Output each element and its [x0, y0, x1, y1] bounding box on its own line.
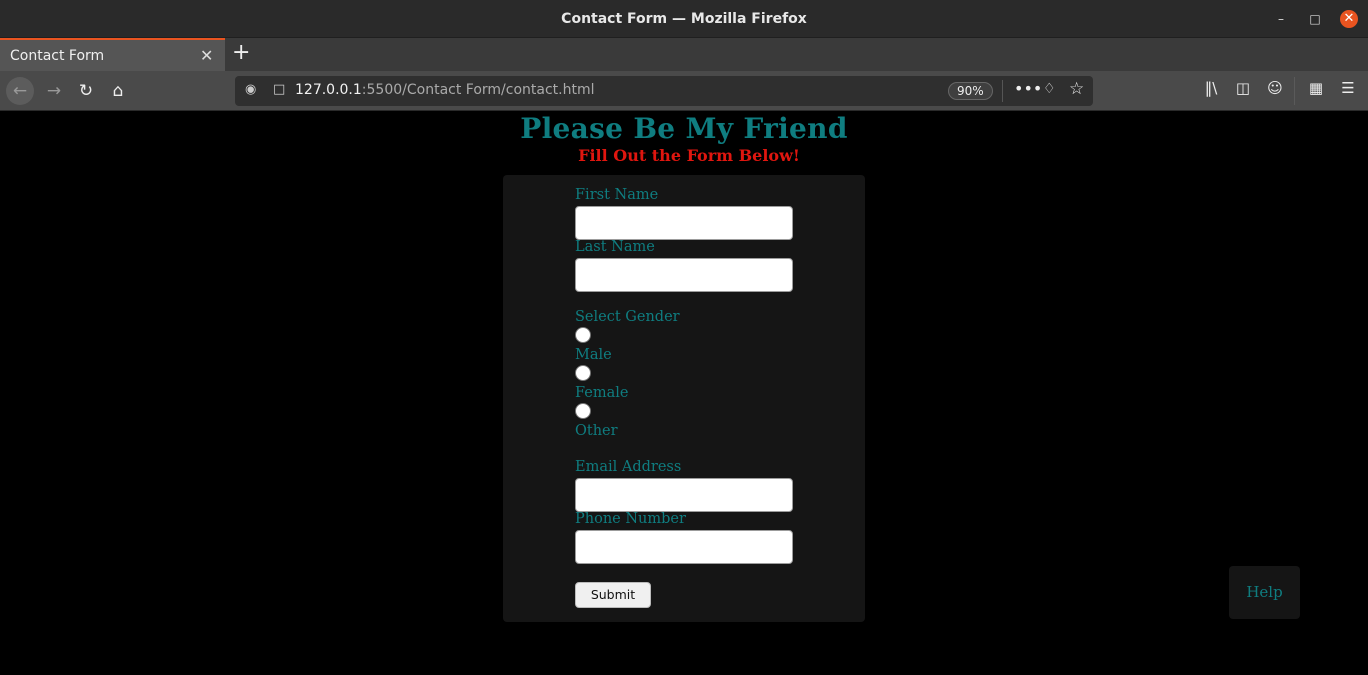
gender-option-label: Other	[575, 423, 618, 439]
page-title: Please Be My Friend	[520, 112, 848, 145]
gender-radio-male[interactable]	[575, 327, 591, 343]
window-title: Contact Form — Mozilla Firefox	[561, 11, 807, 27]
new-tab-icon[interactable]: +	[232, 42, 250, 64]
contact-form: First Name Last Name Select Gender Male …	[503, 175, 865, 622]
url-bar-divider	[1002, 80, 1003, 102]
reload-icon[interactable]: ↻	[72, 77, 100, 105]
help-button[interactable]: Help	[1229, 566, 1300, 619]
last-name-label: Last Name	[575, 239, 655, 255]
pocket-icon[interactable]: ♢	[1043, 81, 1056, 97]
email-label: Email Address	[575, 459, 682, 475]
tab-label: Contact Form	[10, 48, 105, 64]
account-icon[interactable]: ☺	[1264, 79, 1286, 97]
gender-option-label: Male	[575, 347, 612, 363]
url-host: 127.0.0.1	[295, 82, 362, 98]
close-icon[interactable]: ✕	[1340, 10, 1358, 28]
shield-icon[interactable]: ◉	[245, 82, 256, 97]
back-arrow-icon[interactable]: ←	[6, 77, 34, 105]
page-content: Please Be My Friend Fill Out the Form Be…	[0, 112, 1368, 675]
sidebar-icon[interactable]: ◫	[1232, 79, 1254, 97]
forward-arrow-icon[interactable]: →	[40, 77, 68, 105]
tab-contact-form[interactable]: Contact Form ✕	[0, 38, 225, 71]
url-text[interactable]: 127.0.0.1:5500/Contact Form/contact.html	[295, 82, 595, 98]
tab-strip: Contact Form ✕ +	[0, 38, 1368, 71]
phone-field[interactable]	[575, 530, 793, 564]
first-name-label: First Name	[575, 187, 659, 203]
tab-close-icon[interactable]: ✕	[200, 46, 213, 65]
page-icon: □	[273, 82, 286, 97]
gender-radio-female[interactable]	[575, 365, 591, 381]
minimize-icon[interactable]: –	[1272, 10, 1290, 28]
email-field[interactable]	[575, 478, 793, 512]
last-name-field[interactable]	[575, 258, 793, 292]
gender-label: Select Gender	[575, 309, 680, 325]
maximize-icon[interactable]: □	[1306, 10, 1324, 28]
url-bar[interactable]: ◉ □ 127.0.0.1:5500/Contact Form/contact.…	[235, 76, 1093, 106]
bookmark-star-icon[interactable]: ☆	[1069, 79, 1084, 99]
extensions-gift-icon[interactable]: ▦	[1305, 79, 1327, 97]
window-titlebar: Contact Form — Mozilla Firefox – □ ✕	[0, 0, 1368, 38]
library-icon[interactable]: ‖\	[1200, 79, 1222, 97]
hamburger-menu-icon[interactable]: ☰	[1337, 79, 1359, 97]
toolbar-divider	[1294, 77, 1295, 105]
url-path: :5500/Contact Form/contact.html	[361, 82, 595, 98]
first-name-field[interactable]	[575, 206, 793, 240]
more-actions-icon[interactable]: •••	[1014, 79, 1042, 98]
zoom-level-badge[interactable]: 90%	[948, 82, 993, 100]
submit-button[interactable]: Submit	[575, 582, 651, 608]
home-icon[interactable]: ⌂	[104, 77, 132, 105]
gender-radio-other[interactable]	[575, 403, 591, 419]
gender-option-label: Female	[575, 385, 629, 401]
phone-label: Phone Number	[575, 511, 686, 527]
navigation-toolbar: ← → ↻ ⌂ ◉ □ 127.0.0.1:5500/Contact Form/…	[0, 71, 1368, 111]
page-subtitle: Fill Out the Form Below!	[578, 146, 800, 165]
